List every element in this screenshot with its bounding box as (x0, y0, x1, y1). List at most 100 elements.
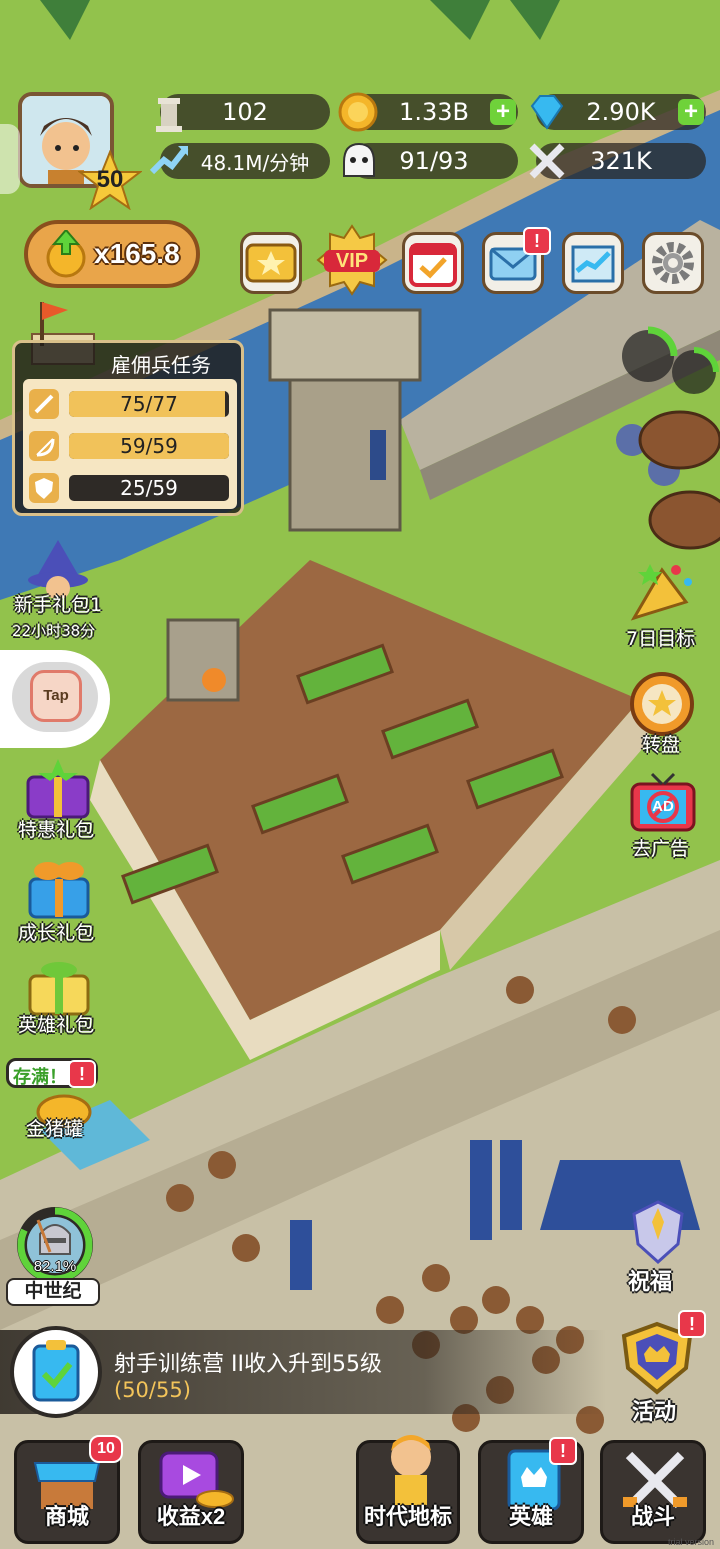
gear-icon (652, 242, 694, 284)
nav-shop[interactable]: 10 商城 (14, 1435, 123, 1544)
hero-pack-label: 英雄礼包 (18, 1014, 95, 1036)
piggy-alert-badge: ! (68, 1060, 96, 1088)
hero-pack-button[interactable] (22, 956, 96, 1016)
multiplier-button[interactable]: x165.8 (24, 220, 200, 288)
ad-icon-text: AD (652, 798, 674, 815)
growth-pack-button[interactable] (22, 855, 96, 921)
mission-bars-area: 75/77 59/59 25/59 (23, 379, 237, 509)
level-star-badge: 50 (77, 149, 143, 211)
income-rate-value: 48.1M/分钟 (200, 150, 310, 175)
tap-label: Tap (43, 687, 69, 704)
prize-wheel-icon (630, 672, 694, 736)
remove-ads-label: 去广告 (632, 838, 690, 860)
nav-era-landmark-label: 时代地标 (363, 1504, 452, 1529)
power-value: 321K (590, 147, 652, 175)
era-name: 中世纪 (24, 1281, 82, 1302)
clipboard-check-icon (32, 1340, 80, 1402)
stats-button[interactable] (562, 232, 624, 294)
scrolls-value: 102 (222, 98, 268, 126)
multiplier-value: x165.8 (94, 238, 180, 269)
nav-era-landmark[interactable]: 时代地标 (356, 1435, 460, 1544)
player-level: 50 (96, 166, 124, 193)
blessing-label: 祝福 (628, 1270, 673, 1295)
nav-income-x2[interactable]: 收益x2 (138, 1440, 244, 1544)
mercenary-mission-panel[interactable]: 雇佣兵任务 75/77 59/59 25/59 (12, 340, 244, 516)
bow-icon (29, 431, 59, 461)
quest-progress: (50/55) (114, 1378, 191, 1402)
mail-alert-badge: ! (523, 227, 551, 255)
nav-shop-label: 商城 (44, 1504, 89, 1529)
shop-count-badge: 10 (89, 1435, 123, 1463)
sword-icon (29, 389, 59, 419)
shield-mission-bar: 25/59 (29, 473, 239, 503)
star-ticket-icon (245, 243, 297, 283)
newbie-pack-button[interactable] (18, 538, 98, 600)
wheel-label: 转盘 (642, 734, 681, 756)
events-alert-badge: ! (678, 1310, 706, 1338)
wizard-icon (28, 540, 88, 600)
checkin-button[interactable] (402, 232, 464, 294)
growth-pack-label: 成长礼包 (18, 922, 95, 944)
special-pack-button[interactable] (20, 755, 96, 821)
gift-box-icon (26, 759, 90, 819)
collapse-side-tab[interactable] (0, 124, 20, 194)
add-gold-button[interactable]: + (490, 99, 516, 125)
nav-battle[interactable]: 战斗 (600, 1440, 706, 1544)
tap-button[interactable]: Tap (12, 662, 98, 732)
income-chart-icon (148, 140, 190, 180)
tap-icon: Tap (30, 670, 82, 722)
quest-icon-button[interactable] (10, 1326, 102, 1418)
mission-panel-title: 雇佣兵任务 (111, 353, 211, 377)
growth-gift-icon (28, 862, 90, 919)
watermark-text: trial version (667, 1537, 714, 1547)
sword-mission-bar: 75/77 (29, 389, 239, 419)
heroes-alert-badge: ! (549, 1437, 577, 1465)
crossed-swords-icon (524, 138, 570, 184)
era-progress-button[interactable]: 82.1% (10, 1200, 100, 1290)
stats-icon (571, 245, 615, 283)
nav-income-x2-label: 收益x2 (156, 1504, 226, 1529)
ghost-population-icon (338, 140, 380, 182)
boost-coin-icon (46, 230, 86, 278)
vip-button[interactable]: VIP (314, 222, 390, 298)
nav-battle-label: 战斗 (630, 1504, 675, 1529)
diamond-icon (526, 92, 568, 132)
bow-mission-bar: 59/59 (29, 431, 239, 461)
nav-heroes-label: 英雄 (508, 1504, 553, 1529)
blessing-crest-icon (632, 1200, 684, 1265)
knight-helmet-icon (36, 1219, 71, 1255)
pass-ticket-button[interactable] (240, 232, 302, 294)
remove-ads-button[interactable]: AD (628, 770, 698, 834)
gems-value: 2.90K (586, 98, 656, 126)
add-gems-button[interactable]: + (678, 99, 704, 125)
nav-heroes[interactable]: ! 英雄 (478, 1437, 584, 1544)
gold-coin-icon (338, 92, 378, 132)
blessing-button[interactable] (618, 1196, 698, 1266)
wheel-button[interactable] (626, 670, 698, 738)
sword-bar-text: 75/77 (120, 392, 178, 416)
events-label: 活动 (632, 1400, 677, 1425)
special-pack-label: 特惠礼包 (18, 819, 95, 841)
era-name-tag: 中世纪 (6, 1278, 100, 1306)
mail-button[interactable]: ! (482, 227, 551, 294)
calendar-check-icon (409, 243, 457, 287)
gold-value: 1.33B (399, 98, 469, 126)
quest-text: 射手训练营 II收入升到55级 (114, 1352, 382, 1377)
shield-bar-text: 25/59 (120, 476, 178, 500)
piggy-bank-label: 金猪罐 (26, 1118, 84, 1140)
bow-bar-text: 59/59 (120, 434, 178, 458)
hero-gift-icon (28, 962, 90, 1016)
piggy-full-text: 存满！ (13, 1067, 67, 1087)
population-value: 91/93 (399, 147, 469, 175)
newbie-pack-timer: 22小时38分 (12, 622, 96, 640)
vip-label: VIP (335, 250, 369, 272)
seven-day-goal-button[interactable] (622, 558, 702, 622)
seven-day-goal-label: 7日目标 (626, 628, 696, 650)
party-popper-icon (630, 564, 692, 621)
shield-icon (29, 473, 59, 503)
timer-ring-2 (668, 346, 720, 398)
pillar-icon (150, 92, 188, 132)
era-percent: 82.1% (33, 1258, 77, 1275)
newbie-pack-label: 新手礼包1 (14, 594, 103, 616)
settings-button[interactable] (642, 232, 704, 294)
